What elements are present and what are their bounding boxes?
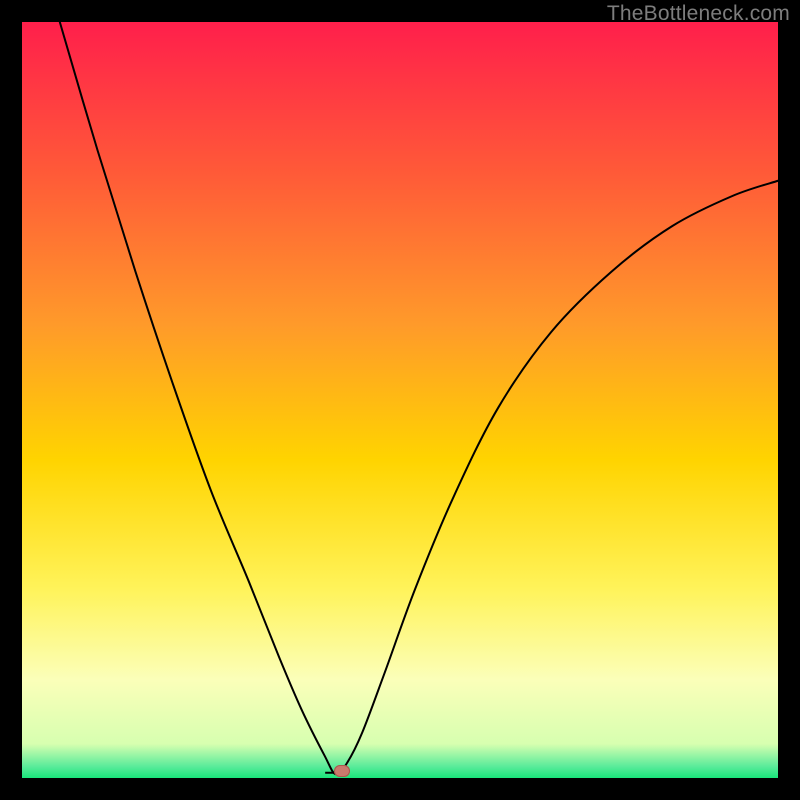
chart-stage: TheBottleneck.com: [0, 0, 800, 800]
minimum-marker: [334, 765, 350, 777]
bottleneck-curve: [22, 22, 778, 778]
plot-area: [22, 22, 778, 778]
